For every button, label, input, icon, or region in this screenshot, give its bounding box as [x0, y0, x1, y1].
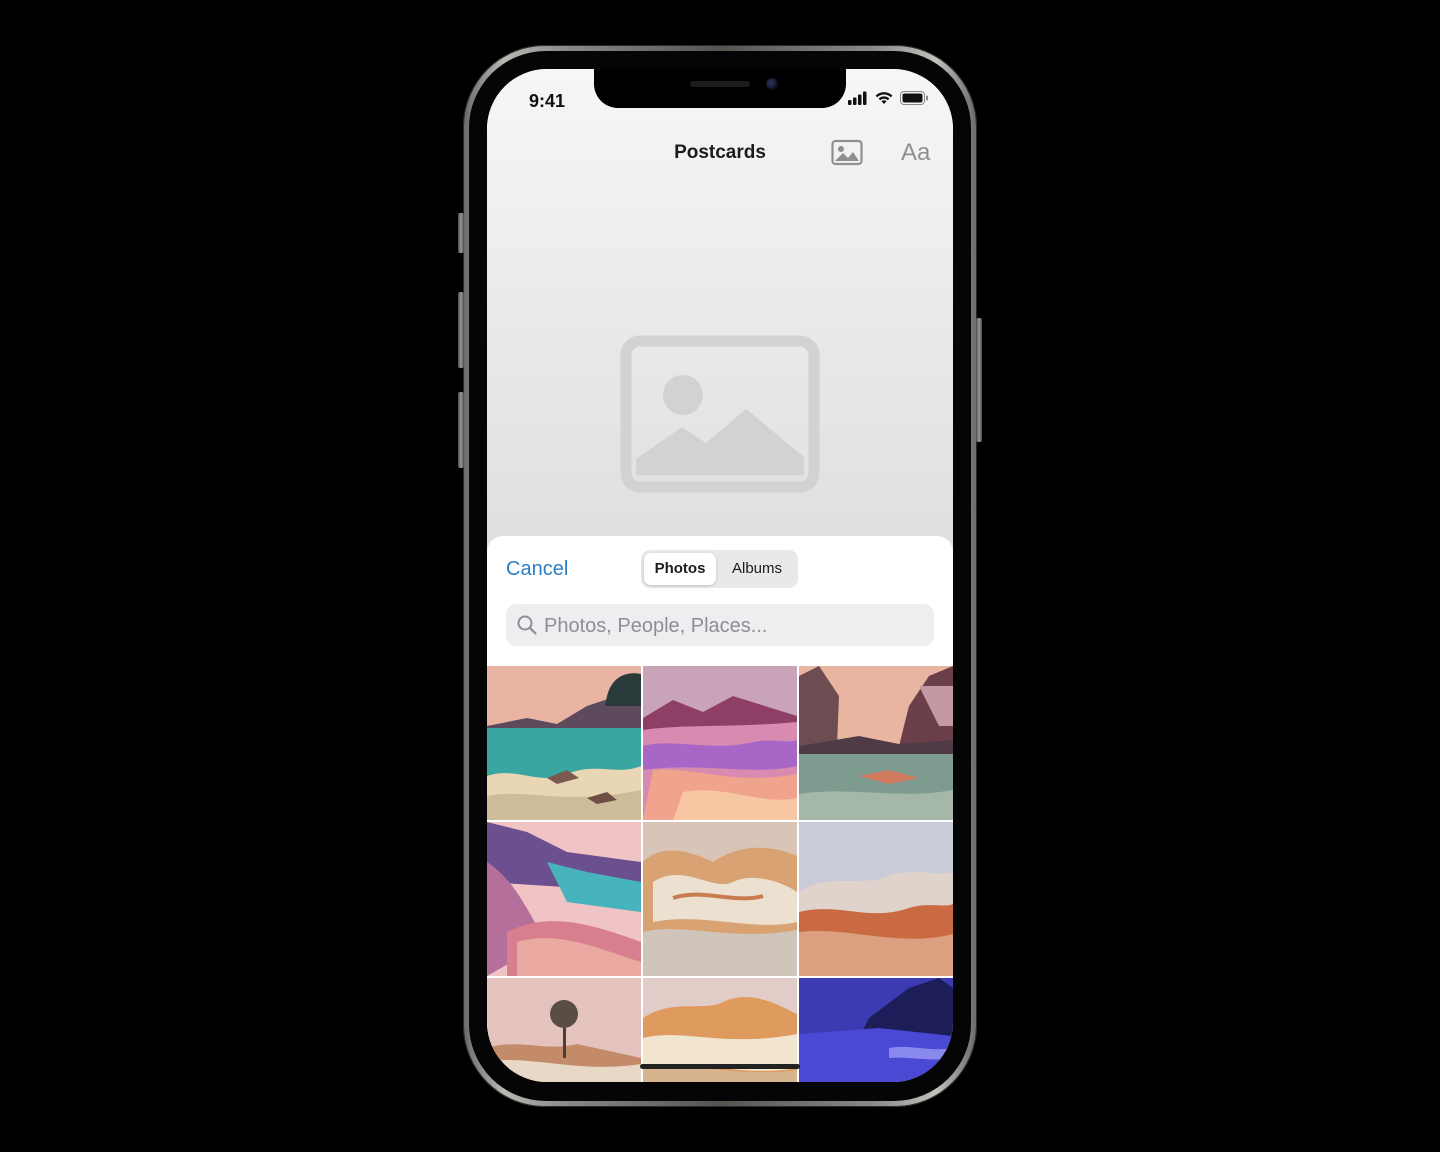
photo-picker-sheet: Cancel Photos Albums [487, 536, 953, 1082]
battery-icon [900, 91, 929, 110]
notch [594, 69, 846, 108]
font-style-button[interactable]: Aa [901, 139, 930, 167]
status-icons [848, 91, 929, 110]
postcard-editor: 9:41 Postcards Aa [487, 69, 953, 549]
search-field[interactable] [506, 604, 934, 648]
power-button [976, 318, 982, 442]
wifi-icon [874, 91, 894, 110]
photo-thumbnail[interactable] [643, 666, 797, 820]
photo-thumbnail[interactable] [487, 978, 641, 1082]
photo-library-icon[interactable] [831, 139, 863, 167]
image-placeholder-icon[interactable] [620, 335, 820, 493]
photo-thumbnail[interactable] [643, 822, 797, 976]
status-time: 9:41 [529, 91, 566, 111]
search-input[interactable] [542, 604, 926, 648]
cancel-button[interactable]: Cancel [506, 558, 568, 581]
phone-screen: 9:41 Postcards Aa Cancel Photos Albums P… [487, 69, 953, 1082]
silent-switch [458, 213, 464, 253]
search-icon [516, 614, 538, 636]
segment-photos[interactable]: Photos [644, 553, 716, 585]
front-camera [766, 78, 778, 90]
photo-thumbnail[interactable] [487, 666, 641, 820]
photo-thumbnail[interactable] [799, 822, 953, 976]
home-indicator[interactable] [640, 1064, 800, 1069]
nav-title: Postcards [674, 142, 766, 163]
earpiece-speaker [690, 81, 750, 87]
segment-albums[interactable]: Albums [719, 553, 795, 585]
segmented-control: Photos Albums [641, 550, 798, 588]
photo-thumbnail[interactable] [487, 822, 641, 976]
photo-thumbnail[interactable] [799, 666, 953, 820]
volume-down-button [458, 392, 464, 468]
photo-thumbnail[interactable] [799, 978, 953, 1082]
volume-up-button [458, 292, 464, 368]
cellular-signal-icon [848, 91, 868, 110]
